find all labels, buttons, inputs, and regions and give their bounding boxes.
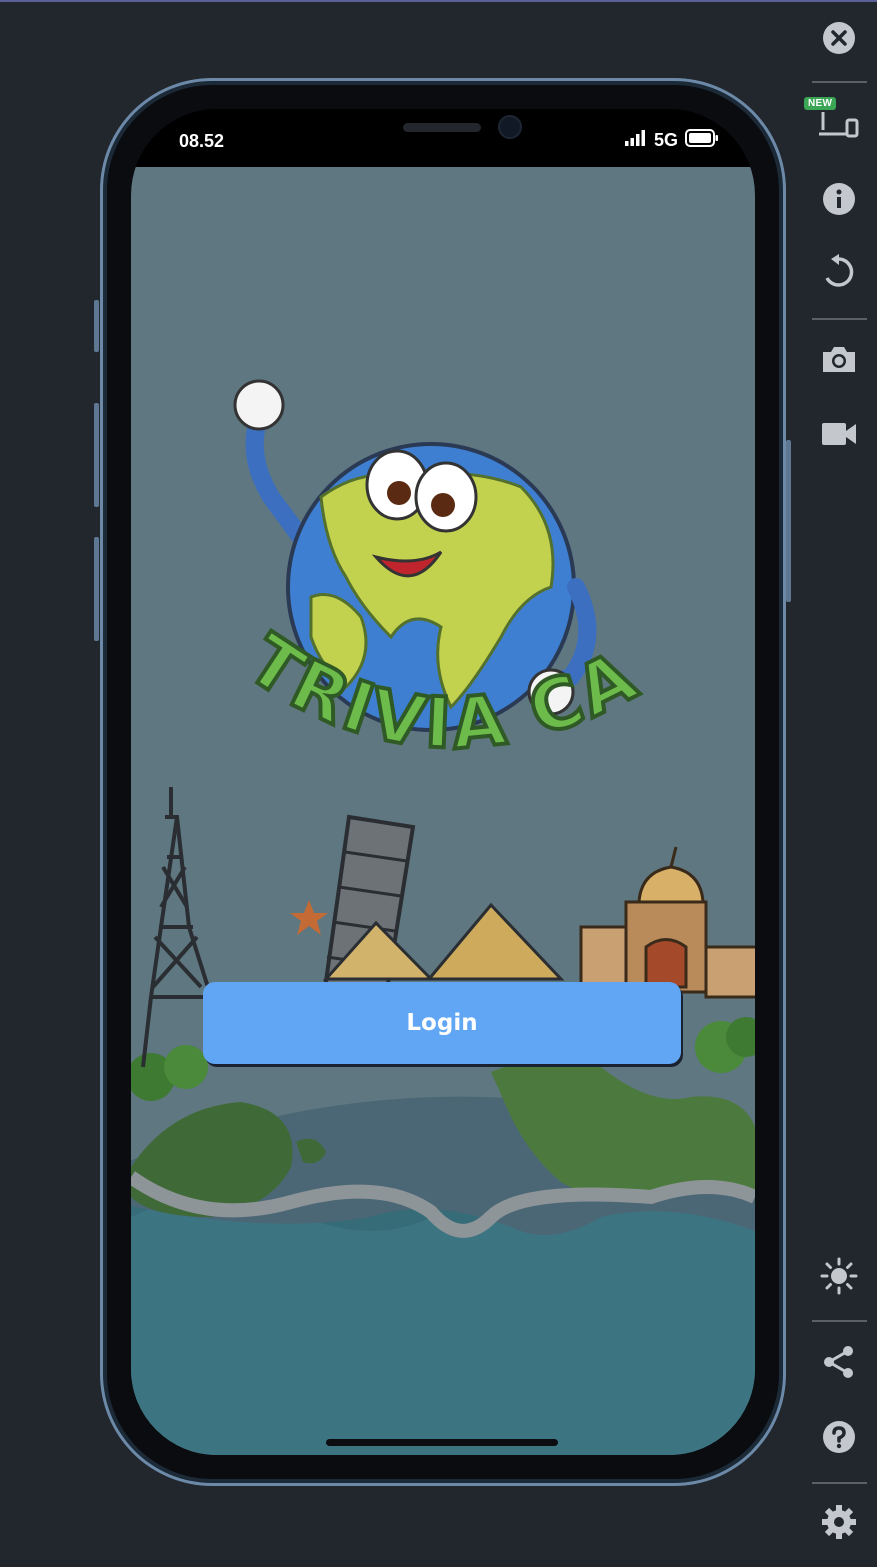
share-icon	[821, 1344, 857, 1385]
window-top-border	[0, 0, 877, 2]
speaker-grille	[403, 123, 481, 132]
rotate-icon	[821, 253, 857, 295]
notch	[275, 109, 609, 159]
device-mirror-button[interactable]	[815, 102, 863, 150]
volume-down-button	[94, 537, 99, 641]
mute-switch	[94, 300, 99, 352]
toolbar-divider	[812, 1482, 867, 1484]
toolbar-divider	[812, 318, 867, 320]
help-icon	[822, 1420, 856, 1459]
camera-icon	[821, 344, 857, 379]
rotate-button[interactable]	[815, 250, 863, 298]
info-icon	[822, 182, 856, 221]
phone-screen: 08.52 5G TRIVIA CA Login	[131, 109, 755, 1455]
help-button[interactable]	[815, 1415, 863, 1463]
network-label: 5G	[653, 130, 678, 150]
info-button[interactable]	[815, 177, 863, 225]
status-time: 08.52	[179, 131, 225, 151]
settings-icon	[821, 1504, 857, 1545]
toolbar-divider	[812, 1320, 867, 1322]
home-indicator[interactable]	[326, 1439, 558, 1446]
brightness-button[interactable]	[815, 1254, 863, 1302]
close-button[interactable]	[815, 16, 863, 64]
volume-up-button	[94, 403, 99, 507]
share-button[interactable]	[815, 1340, 863, 1388]
status-bar: 08.52 5G	[131, 109, 755, 167]
emulator-toolbar: NEW	[800, 0, 877, 1567]
brightness-icon	[820, 1257, 858, 1300]
video-icon	[821, 421, 857, 452]
app-splash-screen: TRIVIA CAP Login	[131, 167, 755, 1455]
login-button[interactable]: Login	[203, 982, 681, 1064]
front-camera	[500, 117, 520, 137]
device-mirror-icon	[819, 108, 859, 145]
phone-frame: 08.52 5G TRIVIA CA Login	[94, 78, 791, 1486]
battery-icon	[685, 129, 719, 152]
screenshot-button[interactable]	[815, 337, 863, 385]
status-indicators: 5G	[624, 129, 719, 152]
toolbar-divider	[812, 81, 867, 83]
record-button[interactable]	[815, 412, 863, 460]
palace-icon	[579, 846, 755, 999]
close-icon	[822, 21, 856, 60]
splash-illustration: TRIVIA CAP	[131, 167, 755, 1455]
signal-icon	[624, 130, 647, 151]
settings-button[interactable]	[815, 1500, 863, 1548]
power-button	[786, 440, 791, 602]
